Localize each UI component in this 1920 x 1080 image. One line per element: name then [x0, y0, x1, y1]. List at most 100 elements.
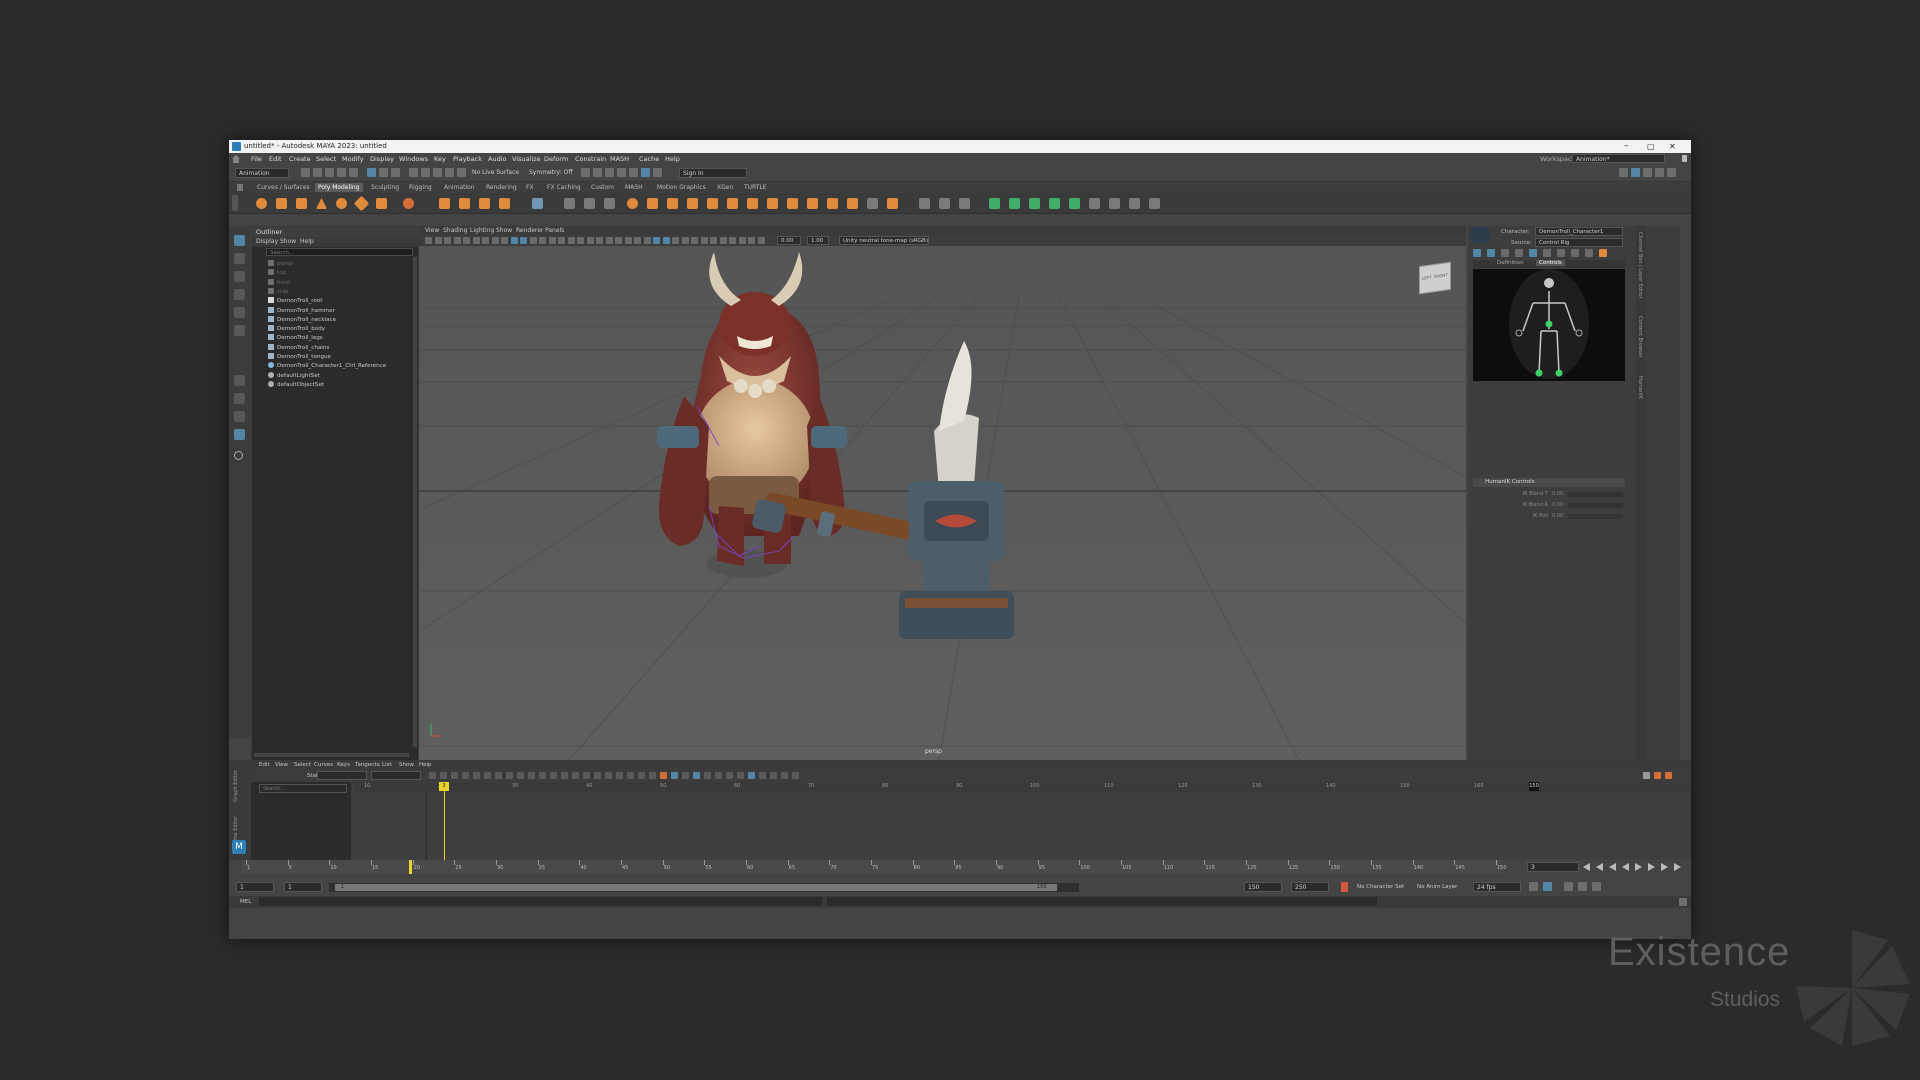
tab-controls[interactable]: Controls	[1536, 260, 1565, 266]
graph-tool-icon[interactable]	[759, 772, 766, 779]
sculpt-brush-icon[interactable]	[919, 198, 930, 209]
menu-visualize[interactable]: Visualize	[512, 155, 541, 163]
command-input[interactable]	[259, 897, 822, 906]
menuset-dropdown[interactable]: Animation	[235, 168, 289, 178]
outliner-layout-icon[interactable]	[234, 429, 245, 440]
outliner-search-input[interactable]: Search...	[266, 248, 413, 256]
character-set-label[interactable]: No Character Set	[1357, 884, 1404, 890]
graph-ruler[interactable]: 102030405060708090100110120130140150160	[354, 782, 1691, 792]
range-slider-handle[interactable]	[335, 884, 1057, 891]
graph-tool-icon[interactable]	[715, 772, 722, 779]
snap-grid-icon[interactable]	[409, 168, 418, 177]
character-dropdown[interactable]: DemonTroll_Character1	[1535, 227, 1623, 236]
viewcube-left-label[interactable]: LEFT	[1422, 275, 1431, 281]
graph-tool-icon[interactable]	[671, 772, 678, 779]
tab-definition[interactable]: Definition	[1497, 260, 1524, 266]
graph-tool-icon[interactable]	[693, 772, 700, 779]
render-frame-icon[interactable]	[581, 168, 590, 177]
viewport-tool-icon[interactable]	[596, 237, 603, 244]
time-slider-current-marker[interactable]	[409, 860, 412, 874]
graph-tool-icon[interactable]	[583, 772, 590, 779]
graph-tool-icon[interactable]	[781, 772, 788, 779]
soft-select-icon[interactable]	[939, 198, 950, 209]
humanik-tool-icon[interactable]	[1501, 249, 1509, 257]
viewport-tool-icon[interactable]	[710, 237, 717, 244]
current-frame-field[interactable]: 3	[1527, 862, 1579, 872]
graph-tool-icon[interactable]	[616, 772, 623, 779]
ge-menu-select[interactable]: Select	[294, 762, 311, 768]
humanik-tool-icon[interactable]	[1543, 249, 1551, 257]
viewport-tool-icon[interactable]	[615, 237, 622, 244]
animation-prefs-icon[interactable]	[1578, 882, 1587, 891]
current-time-indicator[interactable]	[444, 782, 445, 860]
spherical-map-icon[interactable]	[1049, 198, 1060, 209]
modeling-toolkit-icon[interactable]	[1619, 168, 1628, 177]
time-slider[interactable]: 1 5 10 15 20 25 30 35 40 45 50 55 60 65 70 75 80 85 90 95 10…	[242, 860, 1507, 874]
rotate-tool-icon[interactable]	[234, 307, 245, 318]
menu-windows[interactable]: Windows	[399, 155, 428, 163]
boolean-icon[interactable]	[627, 198, 638, 209]
undo-icon[interactable]	[337, 168, 346, 177]
viewport-tool-icon[interactable]	[653, 237, 660, 244]
go-to-start-icon[interactable]	[1583, 863, 1590, 871]
slider-value[interactable]: 0.00	[1552, 513, 1563, 519]
select-tool-icon[interactable]	[234, 235, 245, 246]
stats-field-1[interactable]	[317, 771, 367, 780]
viewport-tool-icon[interactable]	[681, 237, 689, 244]
menu-playback[interactable]: Playback	[453, 155, 482, 163]
viewport-tool-icon[interactable]	[634, 237, 641, 244]
graph-tool-icon[interactable]	[792, 772, 799, 779]
range-slider[interactable]: 1 150	[329, 883, 1079, 892]
cache-icon[interactable]	[1543, 882, 1552, 891]
snap-live-icon[interactable]	[457, 168, 466, 177]
menu-select[interactable]: Select	[316, 155, 336, 163]
side-tab-content-browser[interactable]: Content Browser	[1637, 316, 1643, 358]
menu-edit[interactable]: Edit	[269, 155, 282, 163]
viewport-tool-icon[interactable]	[643, 237, 651, 244]
head-effector[interactable]	[1544, 278, 1554, 288]
viewport-tool-icon[interactable]	[719, 237, 727, 244]
ge-menu-edit[interactable]: Edit	[259, 762, 270, 768]
save-scene-icon[interactable]	[325, 168, 334, 177]
graph-tool-icon[interactable]	[737, 772, 744, 779]
viewport-tool-icon[interactable]	[577, 237, 584, 244]
bridge-icon[interactable]	[667, 198, 678, 209]
mirror-icon[interactable]	[564, 198, 575, 209]
shelf-tab-mash[interactable]: MASH	[625, 184, 643, 191]
insert-loop-icon[interactable]	[847, 198, 858, 209]
colorspace-dropdown[interactable]: Unity neutral tone-map (sRGB)	[839, 236, 929, 245]
graph-close-icon[interactable]	[1665, 772, 1672, 779]
graph-tool-icon[interactable]	[726, 772, 733, 779]
slider-track[interactable]	[1568, 503, 1623, 508]
gear-icon[interactable]	[1667, 168, 1676, 177]
viewport-tool-icon[interactable]	[482, 237, 489, 244]
ge-menu-keys[interactable]: Keys	[337, 762, 350, 768]
lock-icon[interactable]	[1682, 155, 1687, 162]
graph-tool-icon[interactable]	[627, 772, 634, 779]
ge-menu-list[interactable]: List	[382, 762, 392, 768]
reduce-icon[interactable]	[604, 198, 615, 209]
humanik-tool-icon[interactable]	[1487, 249, 1495, 257]
command-language-label[interactable]: MEL	[240, 899, 251, 905]
collapse-icon[interactable]	[887, 198, 898, 209]
snap-point-icon[interactable]	[433, 168, 442, 177]
menu-cache[interactable]: Cache	[639, 155, 659, 163]
viewport-tool-icon[interactable]	[691, 237, 698, 244]
super-shape-icon[interactable]	[403, 198, 414, 209]
viewport-tool-icon[interactable]	[491, 237, 499, 244]
viewport-tool-icon[interactable]	[738, 237, 746, 244]
auto-key-icon[interactable]	[1341, 882, 1348, 892]
poly-cone-icon[interactable]	[316, 198, 327, 209]
ge-menu-curves[interactable]: Curves	[314, 762, 333, 768]
ipr-render-icon[interactable]	[593, 168, 602, 177]
viewport-tool-icon[interactable]	[539, 237, 546, 244]
anim-layer-label[interactable]: No Anim Layer	[1417, 884, 1457, 890]
cut-uv-icon[interactable]	[1129, 198, 1140, 209]
viewport-tool-icon[interactable]	[444, 237, 451, 244]
paint-select-tool-icon[interactable]	[234, 271, 245, 282]
layout-icon[interactable]	[1109, 198, 1120, 209]
open-scene-icon[interactable]	[313, 168, 322, 177]
outliner-scrollbar[interactable]	[413, 257, 417, 747]
viewport-tool-icon[interactable]	[520, 237, 527, 244]
menu-file[interactable]: File	[251, 155, 262, 163]
